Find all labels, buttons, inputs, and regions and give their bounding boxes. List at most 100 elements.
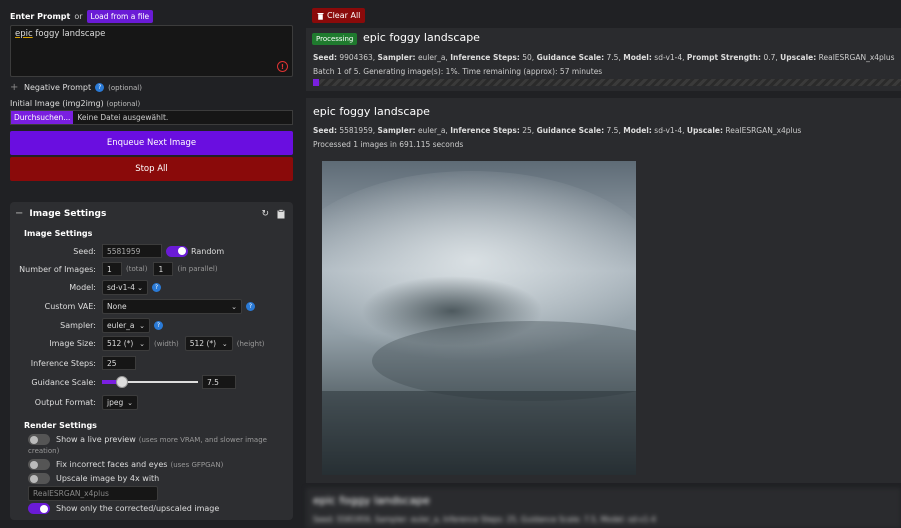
prompt-header: Enter Prompt or Load from a file xyxy=(10,10,154,23)
width-select[interactable]: 512 (*) ⌄ xyxy=(102,336,150,351)
prompt-word-misspelled: epic xyxy=(15,29,33,39)
collapse-icon[interactable]: − xyxy=(15,208,23,219)
init-optional-label: (optional) xyxy=(106,100,141,108)
enqueue-button[interactable]: Enqueue Next Image xyxy=(10,131,293,155)
task-status: Batch 1 of 5. Generating image(s): 1%. T… xyxy=(313,67,603,76)
seed-row: Seed: 5581959 Random xyxy=(10,244,224,258)
image-size-row: Image Size: 512 (*) ⌄ (width) 512 (*) ⌄ (h… xyxy=(10,336,265,351)
model-key: Model: xyxy=(623,126,652,135)
model-select[interactable]: sd-v1-4 ⌄ xyxy=(102,280,148,295)
guidance-label: Guidance Scale: xyxy=(31,377,96,387)
negative-prompt-label: Negative Prompt xyxy=(24,83,92,92)
upscale-val: RealESRGAN_x4plus xyxy=(818,53,895,62)
or-label: or xyxy=(74,12,83,21)
upscale-label: Upscale image by 4x with xyxy=(56,474,160,483)
sampler-help-icon[interactable]: ? xyxy=(154,321,163,330)
vae-value: None xyxy=(107,302,127,311)
upscale-key: Upscale: xyxy=(780,53,817,62)
upscale-val: RealESRGAN_x4plus xyxy=(725,126,802,135)
task-title: epic foggy landscape xyxy=(363,31,480,44)
live-preview-note: (uses more VRAM, and slower image xyxy=(138,435,267,444)
task-meta: Seed: 5581959, Sampler: euler_a, Inferen… xyxy=(313,126,801,135)
reset-icon[interactable]: ↻ xyxy=(261,209,269,222)
file-input[interactable]: Durchsuchen... Keine Datei ausgewählt. xyxy=(10,110,293,125)
sampler-select[interactable]: euler_a ⌄ xyxy=(102,318,150,333)
model-val: sd-v1-4, xyxy=(654,53,685,62)
task-meta: Seed: 5581959, Sampler: euler_a, Inferen… xyxy=(313,515,656,524)
num-parallel-input[interactable]: 1 xyxy=(153,262,174,276)
guidance-row: Guidance Scale: 7.5 xyxy=(10,375,236,389)
format-select[interactable]: jpeg ⌄ xyxy=(102,395,138,410)
fix-faces-toggle[interactable] xyxy=(28,459,50,470)
guidance-input[interactable]: 7.5 xyxy=(202,375,236,389)
format-value: jpeg xyxy=(107,398,124,407)
trash-icon xyxy=(317,12,324,20)
settings-header-icons: ↻ xyxy=(261,209,285,222)
vae-row: Custom VAE: None ⌄ ? xyxy=(10,299,255,314)
fix-faces-row: Fix incorrect faces and eyes (uses GFPGA… xyxy=(28,459,223,470)
steps-input[interactable]: 25 xyxy=(102,356,136,370)
strength-key: Prompt Strength: xyxy=(686,53,762,62)
steps-key: Inference Steps: xyxy=(450,53,520,62)
steps-val: 50, xyxy=(522,53,535,62)
width-label: (width) xyxy=(154,339,179,348)
model-val: sd-v1-4, xyxy=(654,126,685,135)
height-value: 512 (*) xyxy=(189,339,217,348)
guidance-key: Guidance Scale: xyxy=(536,126,605,135)
model-key: Model: xyxy=(623,53,652,62)
guidance-slider[interactable] xyxy=(102,376,198,388)
fix-faces-note: (uses GFPGAN) xyxy=(170,460,224,469)
num-images-label: Number of Images: xyxy=(19,264,96,274)
vae-help-icon[interactable]: ? xyxy=(246,302,255,311)
task-status: Processed 1 images in 691.115 seconds xyxy=(313,140,464,149)
fix-faces-label: Fix incorrect faces and eyes xyxy=(56,460,168,469)
sampler-key: Sampler: xyxy=(377,53,416,62)
load-from-file-button[interactable]: Load from a file xyxy=(86,10,154,23)
random-label: Random xyxy=(191,246,225,256)
model-row: Model: sd-v1-4 ⌄ ? xyxy=(10,280,161,295)
task-title: epic foggy landscape xyxy=(313,494,430,507)
upscale-row: Upscale image by 4x with xyxy=(28,473,159,484)
height-select[interactable]: 512 (*) ⌄ xyxy=(184,336,233,351)
error-icon: ! xyxy=(277,61,288,72)
num-total-input[interactable]: 1 xyxy=(102,262,122,276)
steps-label: Inference Steps: xyxy=(30,358,96,368)
generated-image[interactable] xyxy=(322,161,636,475)
left-panel: Enter Prompt or Load from a file epic fo… xyxy=(0,0,302,528)
guidance-val: 7.5, xyxy=(606,126,621,135)
upscale-model-value: RealESRGAN_x4plus xyxy=(33,489,109,498)
task-card-blurred: epic foggy landscape Seed: 5581959, Samp… xyxy=(306,488,901,528)
help-icon[interactable]: ? xyxy=(95,83,105,92)
seed-input[interactable]: 5581959 xyxy=(102,244,162,258)
seed-val: 9904363, xyxy=(339,53,376,62)
random-seed-toggle[interactable] xyxy=(166,245,188,257)
show-corrected-toggle[interactable] xyxy=(28,503,50,514)
slider-thumb[interactable] xyxy=(116,376,129,388)
browse-button[interactable]: Durchsuchen... xyxy=(11,111,74,124)
live-preview-label: Show a live preview xyxy=(56,435,136,444)
render-settings-title: Render Settings xyxy=(24,421,97,430)
model-help-icon[interactable]: ? xyxy=(152,283,161,292)
upscale-toggle[interactable] xyxy=(28,473,50,484)
live-preview-toggle[interactable] xyxy=(28,434,50,445)
chevron-down-icon: ⌄ xyxy=(137,283,143,292)
plus-icon: + xyxy=(10,82,19,93)
seed-val: 5581959, xyxy=(339,126,376,135)
guidance-key: Guidance Scale: xyxy=(536,53,605,62)
clipboard-icon[interactable] xyxy=(277,209,285,222)
show-corrected-label: Show only the corrected/upscaled image xyxy=(56,504,220,513)
format-label: Output Format: xyxy=(34,398,96,407)
settings-header[interactable]: − Image Settings xyxy=(15,208,106,219)
live-preview-note-cont: creation) xyxy=(28,447,60,455)
sampler-val: euler_a, xyxy=(417,53,448,62)
clear-all-button[interactable]: Clear All xyxy=(312,8,366,23)
prompt-input[interactable]: epic foggy landscape ! xyxy=(10,25,293,77)
vae-select[interactable]: None ⌄ xyxy=(102,299,242,314)
init-image-title: Initial Image (img2img) xyxy=(10,99,104,108)
negative-prompt-toggle[interactable]: + Negative Prompt ? (optional) xyxy=(10,82,142,93)
upscale-model-select[interactable]: RealESRGAN_x4plus xyxy=(28,486,158,501)
stop-all-button[interactable]: Stop All xyxy=(10,157,293,181)
width-value: 512 (*) xyxy=(107,339,134,348)
strength-val: 0.7, xyxy=(763,53,778,62)
height-label: (height) xyxy=(236,339,265,348)
